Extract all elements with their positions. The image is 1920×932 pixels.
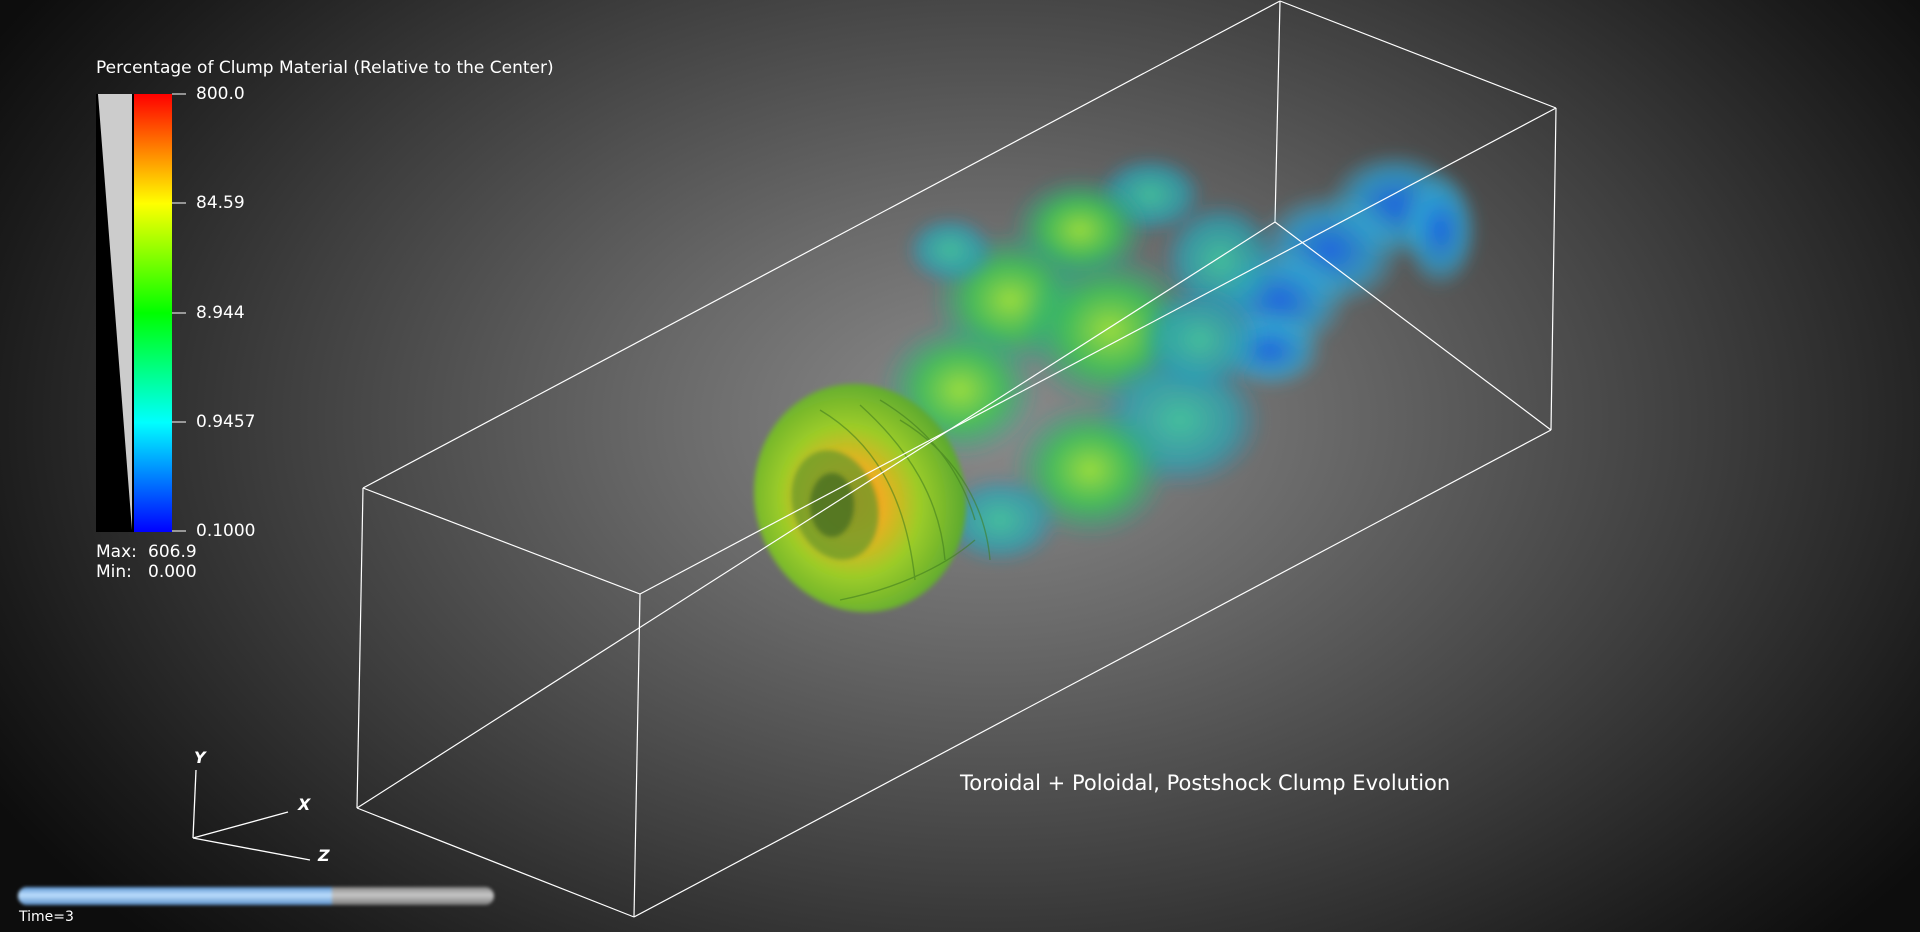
axis-label-z: Z	[318, 846, 330, 865]
legend-min: Min: 0.000	[96, 562, 197, 582]
legend-tick-label: 84.59	[196, 193, 245, 213]
legend-max-label: Max:	[96, 542, 137, 562]
legend-tick-label: 8.944	[196, 303, 245, 323]
render-viewport[interactable]: Percentage of Clump Material (Relative t…	[0, 0, 1920, 932]
orientation-axes	[192, 769, 311, 861]
scene-caption: Toroidal + Poloidal, Postshock Clump Evo…	[960, 771, 1451, 795]
legend-colorbar	[134, 94, 172, 532]
legend-tick-label: 0.1000	[196, 521, 256, 541]
legend-min-label: Min:	[96, 562, 132, 582]
legend-min-value: 0.000	[148, 562, 197, 582]
time-slider-fill[interactable]	[18, 887, 333, 905]
time-label: Time=3	[19, 909, 74, 925]
legend-tick-label: 800.0	[196, 84, 245, 104]
time-slider[interactable]	[18, 887, 494, 905]
axis-label-x: X	[298, 795, 311, 814]
legend-max: Max: 606.9	[96, 542, 197, 562]
axis-label-y: Y	[194, 748, 206, 767]
legend-max-value: 606.9	[148, 542, 197, 562]
legend-tick-label: 0.9457	[196, 412, 256, 432]
legend-title: Percentage of Clump Material (Relative t…	[96, 58, 554, 78]
legend-bars	[96, 93, 186, 532]
